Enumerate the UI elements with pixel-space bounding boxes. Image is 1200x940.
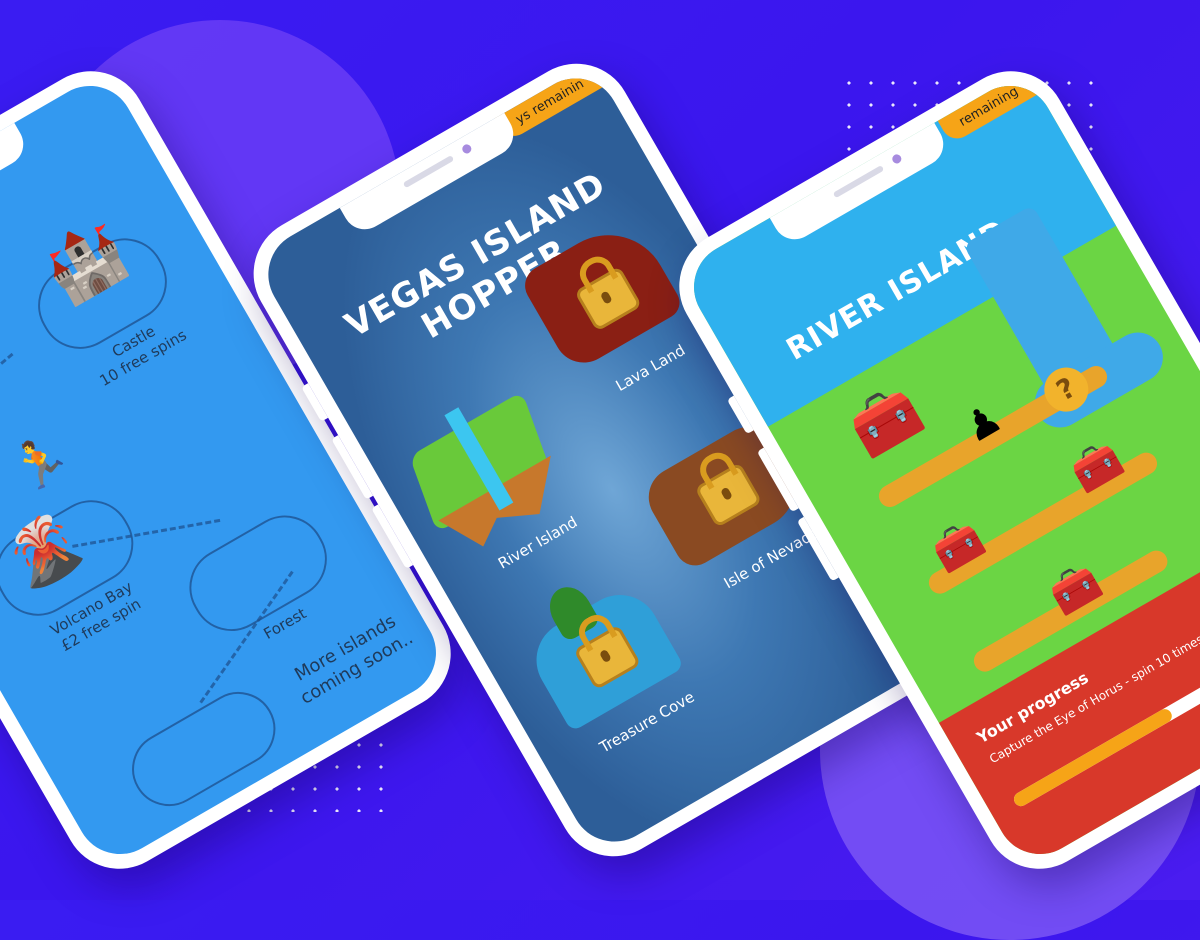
progress-description: Capture the Eye of Horus - spin 10 times…	[986, 603, 1200, 767]
treasure-chest-icon[interactable]: 🧰	[839, 374, 932, 466]
map-path	[0, 352, 14, 446]
runner-icon: 🏃	[1, 424, 79, 501]
progress-bar-fill	[1011, 706, 1175, 809]
phone-notch	[0, 121, 32, 248]
